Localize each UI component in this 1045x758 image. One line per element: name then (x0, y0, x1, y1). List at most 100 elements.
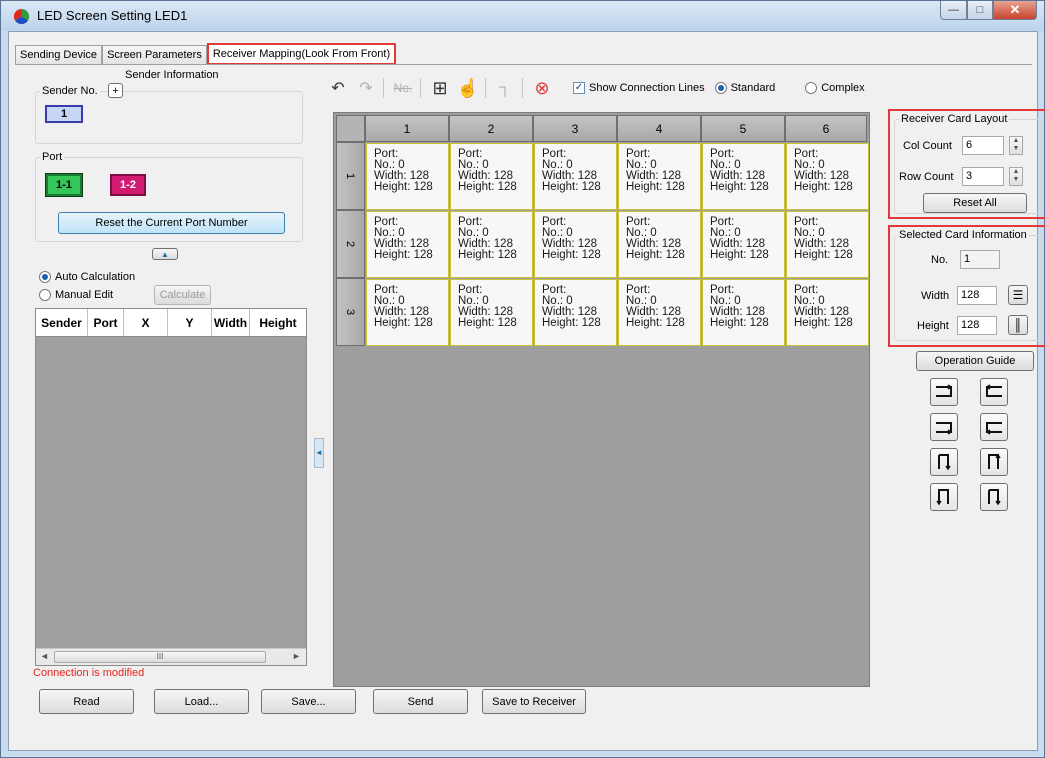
card-height-text: Height: 128 (794, 317, 853, 329)
receiver-card[interactable]: Port: No.: 0 Width: 128 Height: 128 (450, 211, 533, 278)
route-right-then-left-icon[interactable] (930, 378, 958, 406)
col-height[interactable]: Height (250, 309, 306, 336)
receiver-card[interactable]: Port: No.: 0 Width: 128 Height: 128 (450, 279, 533, 346)
route-up-left-icon[interactable] (980, 413, 1008, 441)
col-count-input[interactable]: 6 (962, 136, 1004, 155)
card-height-label: Height (917, 320, 949, 332)
height-layout-icon[interactable]: ║ (1008, 315, 1028, 335)
row-header-3: 3 (336, 278, 365, 346)
mapping-canvas[interactable]: 1 2 3 4 5 6 1 2 3 Port: No.: 0 Width: 128 H… (333, 112, 870, 687)
collapse-left-button[interactable]: ◄ (314, 438, 324, 468)
route-up-snake-icon[interactable] (980, 448, 1008, 476)
maximize-button[interactable]: □ (967, 1, 993, 20)
connection-icon[interactable]: ┐ (494, 77, 516, 99)
route-left-down-icon[interactable] (930, 483, 958, 511)
receiver-card[interactable]: Port: No.: 0 Width: 128 Height: 128 (450, 143, 533, 210)
receiver-card[interactable]: Port: No.: 0 Width: 128 Height: 128 (786, 143, 869, 210)
save-button[interactable]: Save... (261, 689, 356, 714)
receiver-card[interactable]: Port: No.: 0 Width: 128 Height: 128 (534, 143, 617, 210)
auto-calc-radio[interactable]: Auto Calculation (39, 271, 135, 283)
standard-label: Standard (730, 82, 776, 94)
complex-label: Complex (821, 82, 865, 94)
col-y[interactable]: Y (168, 309, 212, 336)
route-right-down-icon[interactable] (980, 483, 1008, 511)
route-left-then-right-icon[interactable] (980, 378, 1008, 406)
col-port[interactable]: Port (88, 309, 124, 336)
show-lines-label: Show Connection Lines (589, 82, 705, 94)
row-header-2: 2 (336, 210, 365, 278)
col-x[interactable]: X (124, 309, 168, 336)
save-to-receiver-button[interactable]: Save to Receiver (482, 689, 586, 714)
route-up-right-icon[interactable] (930, 413, 958, 441)
receiver-card[interactable]: Port: No.: 0 Width: 128 Height: 128 (618, 279, 701, 346)
read-button[interactable]: Read (39, 689, 134, 714)
tab-receiver-mapping[interactable]: Receiver Mapping(Look From Front) (206, 43, 397, 65)
row-count-input[interactable]: 3 (962, 167, 1004, 186)
calculate-button[interactable]: Calculate (154, 285, 211, 305)
receiver-card[interactable]: Port: No.: 0 Width: 128 Height: 128 (618, 143, 701, 210)
receiver-card[interactable]: Port: No.: 0 Width: 128 Height: 128 (702, 211, 785, 278)
port-1-2-button[interactable]: 1-2 (110, 174, 146, 196)
receiver-card[interactable]: Port: No.: 0 Width: 128 Height: 128 (786, 279, 869, 346)
sender-selector[interactable]: 1 (45, 105, 83, 123)
card-width-input[interactable]: 128 (957, 286, 997, 305)
receiver-card[interactable]: Port: No.: 0 Width: 128 Height: 128 (534, 279, 617, 346)
load-button[interactable]: Load... (154, 689, 249, 714)
grid-icon[interactable]: ⊞ (429, 77, 451, 99)
col-count-label: Col Count (903, 140, 952, 152)
receiver-card[interactable]: Port: No.: 0 Width: 128 Height: 128 (366, 279, 449, 346)
show-lines-checkbox[interactable]: ✓ Show Connection Lines (573, 82, 705, 94)
sender-info-title: Sender Information (123, 69, 221, 81)
receiver-layout-box: Receiver Card Layout Col Count 6 ▲ ▼ Row … (888, 109, 1045, 219)
reset-port-button[interactable]: Reset the Current Port Number (58, 212, 285, 234)
tab-sending-device[interactable]: Sending Device (15, 45, 103, 65)
card-no-label: No. (931, 254, 949, 266)
send-button[interactable]: Send (373, 689, 468, 714)
scroll-thumb[interactable]: III (54, 651, 266, 663)
close-button[interactable]: ✕ (993, 1, 1037, 20)
manual-edit-radio[interactable]: Manual Edit (39, 289, 113, 301)
reset-all-button[interactable]: Reset All (923, 193, 1027, 213)
app-window: LED Screen Setting LED1 — □ ✕ Sending De… (0, 0, 1045, 758)
tab-screen-parameters[interactable]: Screen Parameters (102, 45, 207, 65)
col-sender[interactable]: Sender (36, 309, 88, 336)
mapping-toolbar: ↶ ↷ No. ⊞ ☝ ┐ ⊗ ✓ Show Connection Lines … (327, 75, 865, 101)
scroll-right-icon[interactable]: ► (292, 651, 301, 661)
receiver-card[interactable]: Port: No.: 0 Width: 128 Height: 128 (366, 211, 449, 278)
card-height-text: Height: 128 (542, 317, 601, 329)
minimize-button[interactable]: — (940, 1, 967, 20)
port-1-1-button[interactable]: 1-1 (45, 173, 83, 197)
collapse-up-button[interactable]: ▲ (152, 248, 178, 260)
toolbar-separator (383, 78, 384, 98)
horizontal-scrollbar[interactable]: ◄ III ► (36, 648, 306, 665)
receiver-card[interactable]: Port: No.: 0 Width: 128 Height: 128 (366, 143, 449, 210)
standard-radio[interactable]: Standard (714, 82, 776, 94)
plus-icon: + (112, 84, 119, 97)
receiver-card[interactable]: Port: No.: 0 Width: 128 Height: 128 (534, 211, 617, 278)
radio-unchecked-icon (805, 82, 818, 94)
clear-icon[interactable]: ⊗ (531, 77, 553, 99)
receiver-card[interactable]: Port: No.: 0 Width: 128 Height: 128 (786, 211, 869, 278)
operation-guide-button[interactable]: Operation Guide (916, 351, 1034, 371)
card-height-text: Height: 128 (542, 181, 601, 193)
col-count-stepper[interactable]: ▲ ▼ (1009, 136, 1023, 155)
auto-calc-label: Auto Calculation (55, 271, 136, 283)
receiver-card[interactable]: Port: No.: 0 Width: 128 Height: 128 (702, 279, 785, 346)
col-width[interactable]: Width (212, 309, 250, 336)
route-down-snake-icon[interactable] (930, 448, 958, 476)
hand-pointer-icon[interactable]: ☝ (457, 77, 479, 99)
width-layout-icon[interactable]: ☰ (1008, 285, 1028, 305)
row-count-stepper[interactable]: ▲ ▼ (1009, 167, 1023, 186)
card-width-label: Width (921, 290, 950, 302)
undo-icon[interactable]: ↶ (327, 77, 349, 99)
card-height-text: Height: 128 (542, 249, 601, 261)
receiver-card[interactable]: Port: No.: 0 Width: 128 Height: 128 (618, 211, 701, 278)
card-height-text: Height: 128 (794, 249, 853, 261)
scroll-left-icon[interactable]: ◄ (40, 651, 49, 661)
complex-radio[interactable]: Complex (805, 82, 865, 94)
card-height-input[interactable]: 128 (957, 316, 997, 335)
add-sender-button[interactable]: + (108, 83, 123, 98)
redo-icon[interactable]: ↷ (355, 77, 377, 99)
receiver-card[interactable]: Port: No.: 0 Width: 128 Height: 128 (702, 143, 785, 210)
numbering-icon[interactable]: No. (392, 77, 414, 99)
